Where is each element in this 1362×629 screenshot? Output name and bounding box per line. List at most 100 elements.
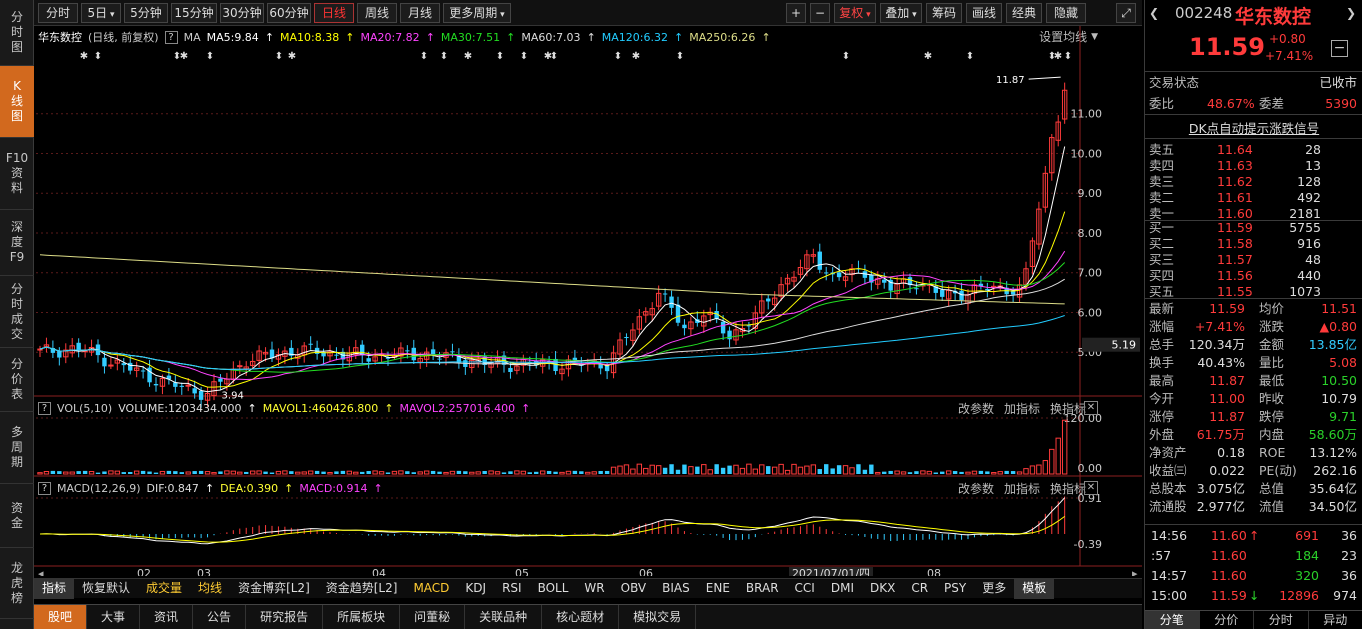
bottom-nav-0[interactable]: 股吧 xyxy=(34,605,88,629)
indicator-tab-19[interactable]: PSY xyxy=(936,579,974,599)
vol-close-icon[interactable]: ✕ xyxy=(1084,401,1098,415)
toolbar-right-btn-3[interactable]: 叠加 ▾ xyxy=(880,3,922,23)
period-btn-9[interactable]: 更多周期 ▾ xyxy=(443,3,511,23)
indicator-tab-0[interactable]: 指标 xyxy=(34,578,75,599)
vol-add-indicator[interactable]: 加指标 xyxy=(1004,400,1040,417)
bottom-nav-9[interactable]: 模拟交易 xyxy=(619,605,697,629)
macd-switch-indicator[interactable]: 换指标 xyxy=(1050,480,1086,497)
volume-bar xyxy=(643,467,649,475)
period-btn-4[interactable]: 30分钟 xyxy=(220,3,264,23)
toolbar-right-btn-6[interactable]: 经典 xyxy=(1006,3,1042,23)
macd-add-indicator[interactable]: 加指标 xyxy=(1004,480,1040,497)
fullscreen-icon[interactable]: ⤢ xyxy=(1116,3,1136,23)
volume-bar xyxy=(623,464,630,475)
period-btn-5[interactable]: 60分钟 xyxy=(267,3,311,23)
period-btn-1[interactable]: 5日 ▾ xyxy=(81,3,121,23)
indicator-tab-21[interactable]: 模板 xyxy=(1014,578,1055,599)
volume-bar xyxy=(971,470,978,475)
candle-body xyxy=(508,367,513,373)
stats-row: 换手 40.43% 量比 5.08 xyxy=(1145,354,1362,372)
volume-bar xyxy=(37,472,43,475)
quote-tab-3[interactable]: 异动 xyxy=(1309,611,1362,629)
bottom-nav-5[interactable]: 所属板块 xyxy=(323,605,401,629)
toolbar-right-btn-7[interactable]: 隐藏 xyxy=(1046,3,1086,23)
dk-signal-link[interactable]: DK点自动提示涨跌信号 xyxy=(1145,118,1362,137)
leftnav-item-3[interactable]: 深度F9 xyxy=(0,210,34,276)
bottom-nav-3[interactable]: 公告 xyxy=(193,605,247,629)
divider xyxy=(1145,298,1362,299)
macd-edit-params[interactable]: 改参数 xyxy=(958,480,994,497)
bottom-nav-6[interactable]: 问董秘 xyxy=(400,605,466,629)
bottom-nav-8[interactable]: 核心题材 xyxy=(542,605,620,629)
vol-switch-indicator[interactable]: 换指标 xyxy=(1050,400,1086,417)
macd-help-icon[interactable]: ? xyxy=(38,481,51,495)
period-btn-8[interactable]: 月线 xyxy=(400,3,440,23)
indicator-tab-15[interactable]: CCI xyxy=(787,579,823,599)
indicator-tab-14[interactable]: BRAR xyxy=(738,579,787,599)
prev-stock-icon[interactable]: ❮ xyxy=(1149,6,1163,22)
indicator-tab-2[interactable]: 成交量 xyxy=(138,579,190,599)
period-btn-2[interactable]: 5分钟 xyxy=(124,3,168,23)
toolbar-right-btn-4[interactable]: 筹码 xyxy=(926,3,962,23)
indicator-tab-4[interactable]: 资金博弈[L2] xyxy=(230,579,318,599)
indicator-tab-18[interactable]: CR xyxy=(903,579,936,599)
indicator-tab-10[interactable]: WR xyxy=(576,579,612,599)
bottom-nav-7[interactable]: 关联品种 xyxy=(465,605,543,629)
indicator-tab-7[interactable]: KDJ xyxy=(457,579,494,599)
vol-help-icon[interactable]: ? xyxy=(38,401,51,415)
toolbar-right-btn-2[interactable]: 复权 ▾ xyxy=(834,3,876,23)
indicator-tab-16[interactable]: DMI xyxy=(823,579,862,599)
volume-bar xyxy=(114,470,121,475)
period-btn-7[interactable]: 周线 xyxy=(357,3,397,23)
volume-bar xyxy=(314,470,320,474)
volume-bar xyxy=(321,471,326,474)
quote-tab-1[interactable]: 分价 xyxy=(1200,611,1254,629)
indicator-tab-12[interactable]: BIAS xyxy=(654,579,698,599)
period-btn-3[interactable]: 15分钟 xyxy=(171,3,217,23)
indicator-tab-3[interactable]: 均线 xyxy=(190,579,230,599)
bottom-nav-4[interactable]: 研究报告 xyxy=(246,605,324,629)
indicator-tab-13[interactable]: ENE xyxy=(698,579,738,599)
macd-close-icon[interactable]: ✕ xyxy=(1084,481,1098,495)
indicator-tab-9[interactable]: BOLL xyxy=(530,579,577,599)
indicator-tab-8[interactable]: RSI xyxy=(494,579,530,599)
volume-bar xyxy=(275,470,282,475)
bottom-nav-2[interactable]: 资讯 xyxy=(140,605,194,629)
bottom-nav-1[interactable]: 大事 xyxy=(87,605,141,629)
leftnav-item-1[interactable]: K线图 xyxy=(0,66,34,138)
collapse-icon[interactable]: − xyxy=(1331,40,1348,57)
leftnav-item-5[interactable]: 分价表 xyxy=(0,348,34,412)
indicator-tab-5[interactable]: 资金趋势[L2] xyxy=(318,579,406,599)
leftnav-item-8[interactable]: 龙虎榜 xyxy=(0,548,34,619)
volume-bar xyxy=(784,469,791,475)
indicator-tab-6[interactable]: MACD xyxy=(405,579,457,599)
quote-tab-2[interactable]: 分时 xyxy=(1254,611,1309,629)
toolbar-right-btn-1[interactable]: − xyxy=(810,3,830,23)
leftnav-item-0[interactable]: 分时图 xyxy=(0,0,34,66)
volume-bar xyxy=(534,471,539,474)
indicator-tab-11[interactable]: OBV xyxy=(613,579,655,599)
toolbar-btn-label: 画线 xyxy=(971,6,996,20)
quote-tab-0[interactable]: 分笔 xyxy=(1145,611,1200,629)
tick-arrow-icon: ↑ xyxy=(1249,528,1260,543)
period-btn-6[interactable]: 日线 xyxy=(314,3,354,23)
leftnav-item-6[interactable]: 多周期 xyxy=(0,412,34,484)
indicator-tab-17[interactable]: DKX xyxy=(862,579,903,599)
y-tick-label: 6.00 xyxy=(1078,306,1103,319)
volume-bar xyxy=(488,470,494,475)
volume-bar xyxy=(204,471,211,475)
leftnav-item-7[interactable]: 资金 xyxy=(0,484,34,548)
stat-label: ROE xyxy=(1259,445,1286,460)
indicator-tab-1[interactable]: 恢复默认 xyxy=(74,579,138,599)
toolbar-right-btn-0[interactable]: + xyxy=(786,3,806,23)
leftnav-item-4[interactable]: 分时成交 xyxy=(0,276,34,348)
leftnav-item-2[interactable]: F10资料 xyxy=(0,138,34,210)
stat-label: 换手 xyxy=(1149,355,1175,370)
period-btn-0[interactable]: 分时 xyxy=(38,3,78,23)
candle-body xyxy=(836,272,842,278)
vol-edit-params[interactable]: 改参数 xyxy=(958,400,994,417)
next-stock-icon[interactable]: ❯ xyxy=(1346,6,1356,20)
toolbar-right-btn-5[interactable]: 画线 xyxy=(966,3,1002,23)
indicator-tab-20[interactable]: 更多 xyxy=(974,579,1014,599)
volume-bar xyxy=(69,471,75,475)
